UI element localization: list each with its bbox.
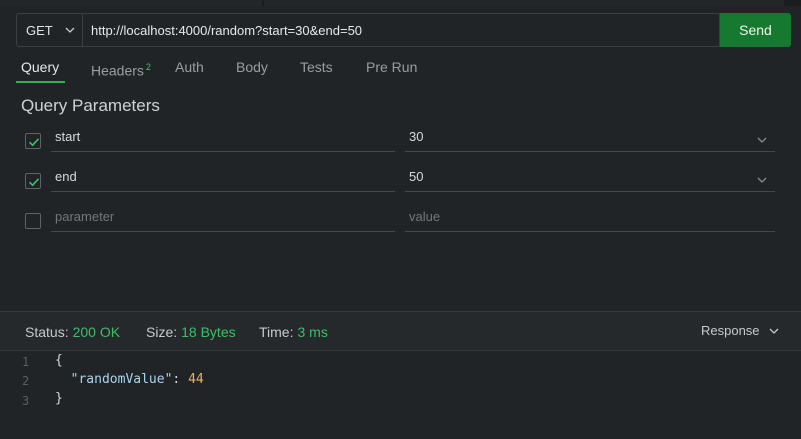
section-title: Query Parameters (21, 96, 160, 115)
tab-headers-label: Headers (91, 62, 144, 79)
code-line: { (55, 353, 63, 368)
line-number: 3 (22, 394, 30, 408)
line-number: 2 (22, 374, 30, 388)
chevron-down-icon (64, 24, 76, 36)
time-value: 3 ms (297, 324, 328, 340)
top-strip-tab[interactable] (264, 0, 784, 6)
param-row: end 50 (0, 166, 801, 206)
response-body[interactable]: 1 { 2 "randomValue": 44 3 } (0, 352, 801, 439)
method-label: GET (26, 22, 53, 38)
chevron-down-icon (756, 134, 768, 146)
request-tabs: Query Headers 2 Auth Body Tests Pre Run (0, 57, 801, 85)
app-window: GET Send Query Headers2 Auth Body Tests … (0, 0, 801, 439)
param-value-field[interactable]: 30 (405, 126, 749, 152)
active-tab-indicator (16, 81, 65, 83)
param-name-field[interactable]: end (51, 166, 395, 192)
code-line: "randomValue": 44 (55, 372, 204, 387)
param-name-field[interactable]: start (51, 126, 395, 152)
tab-pre-run[interactable]: Pre Run (366, 57, 417, 84)
param-row-end (749, 206, 775, 232)
response-view-select[interactable]: Response (701, 323, 780, 338)
json-key: "randomValue" (70, 372, 173, 387)
url-input[interactable] (82, 13, 720, 47)
chevron-down-icon (756, 174, 768, 186)
json-separator: : (172, 372, 189, 387)
status-label: Status: (25, 324, 69, 340)
tab-query[interactable]: Query (21, 57, 59, 84)
response-view-label: Response (701, 323, 760, 338)
param-checkbox[interactable] (25, 173, 41, 189)
tab-auth[interactable]: Auth (175, 57, 204, 84)
time-label: Time: (259, 324, 294, 340)
top-strip (0, 0, 801, 6)
size-info: Size: 18 Bytes (146, 324, 236, 340)
top-strip-tab[interactable] (0, 0, 262, 6)
tab-tests[interactable]: Tests (300, 57, 333, 84)
request-bar: GET Send (16, 13, 791, 47)
chevron-down-icon (768, 325, 780, 337)
param-options-button[interactable] (749, 126, 775, 152)
new-param-name-input[interactable]: parameter (51, 206, 395, 232)
size-value: 18 Bytes (181, 324, 236, 340)
param-value-field[interactable]: 50 (405, 166, 749, 192)
method-select[interactable]: GET (16, 13, 82, 47)
tab-headers[interactable]: Headers 2 (91, 57, 151, 84)
status-value: 200 OK (72, 324, 121, 340)
param-row-new: parameter value (0, 206, 801, 246)
response-status-bar: Status: 200 OK Size: 18 Bytes Time: 3 ms Re… (0, 312, 801, 351)
send-button[interactable]: Send (720, 13, 791, 47)
new-param-value-input[interactable]: value (405, 206, 749, 232)
headers-count-badge: 2 (145, 62, 151, 72)
json-number-value: 44 (188, 372, 204, 387)
size-label: Size: (146, 324, 178, 340)
time-info: Time: 3 ms (259, 324, 328, 340)
tab-body[interactable]: Body (236, 57, 268, 84)
param-row: start 30 (0, 126, 801, 166)
code-line: } (55, 391, 63, 406)
check-icon (28, 138, 40, 147)
param-options-button[interactable] (749, 166, 775, 192)
param-checkbox[interactable] (25, 133, 41, 149)
status-info: Status: 200 OK (25, 324, 120, 340)
param-checkbox[interactable] (25, 213, 41, 229)
check-icon (28, 178, 40, 187)
line-number: 1 (22, 355, 30, 369)
